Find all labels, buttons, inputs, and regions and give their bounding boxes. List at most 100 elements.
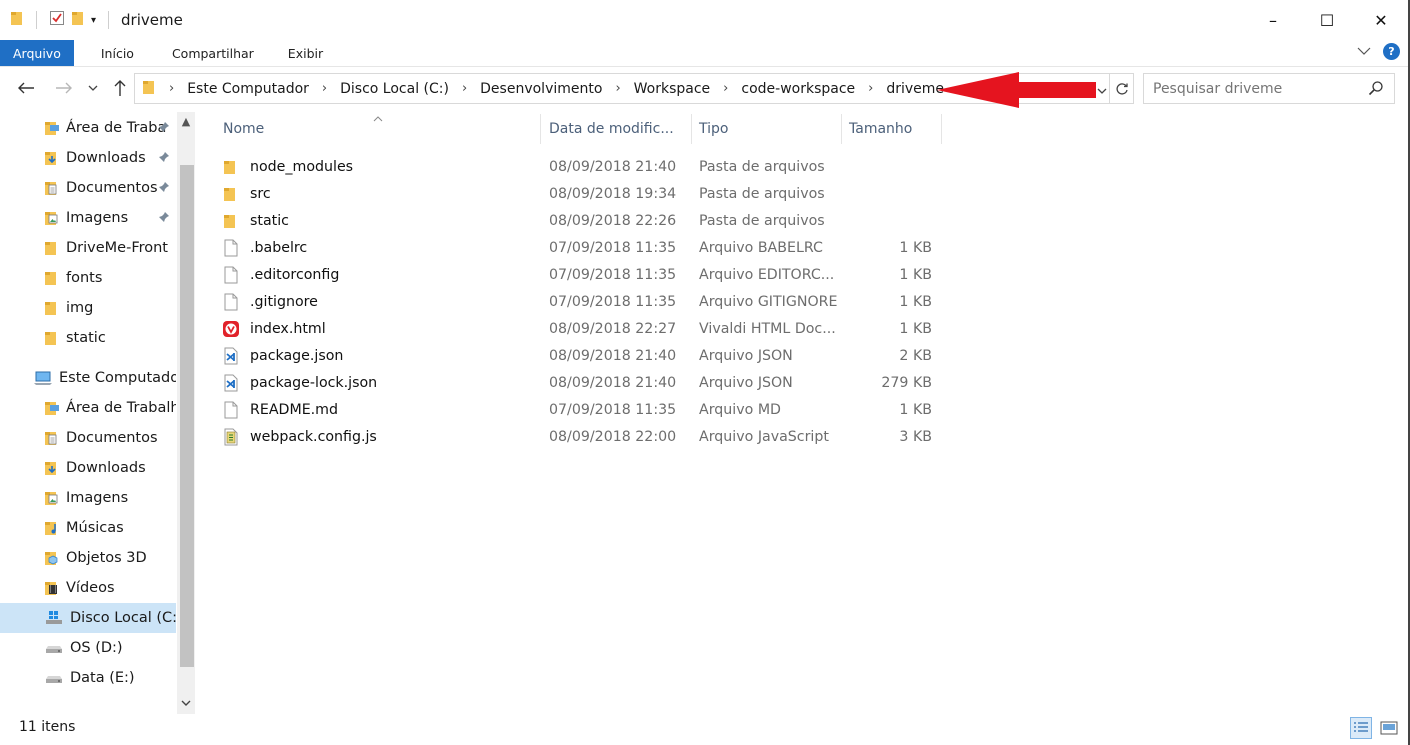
breadcrumb-chevron-icon[interactable]: ›: [615, 81, 620, 96]
close-button[interactable]: ✕: [1354, 0, 1408, 40]
file-row[interactable]: package-lock.json 08/09/2018 21:40 Arquivo…: [222, 369, 942, 396]
file-name-cell[interactable]: package-lock.json: [222, 369, 377, 396]
expand-ribbon-icon[interactable]: [1357, 44, 1371, 60]
file-row[interactable]: .editorconfig 07/09/2018 11:35 Arquivo EDI…: [222, 261, 942, 288]
sidebar-item-label: Imagens: [66, 490, 129, 506]
file-row[interactable]: package.json 08/09/2018 21:40 Arquivo JSON…: [222, 342, 942, 369]
pin-icon[interactable]: [158, 151, 170, 167]
file-name-cell[interactable]: .babelrc: [222, 234, 307, 261]
sidebar-item-quick-access[interactable]: Documentos: [0, 173, 176, 203]
sidebar-item-this-pc-child[interactable]: Documentos: [0, 423, 176, 453]
breadcrumb-driveme[interactable]: driveme: [886, 81, 944, 97]
breadcrumb-desenvolvimento[interactable]: Desenvolvimento: [480, 81, 602, 97]
file-row[interactable]: index.html 08/09/2018 22:27 Vivaldi HTML D…: [222, 315, 942, 342]
pin-icon[interactable]: [158, 121, 170, 137]
breadcrumb-este-computador[interactable]: Este Computador: [187, 81, 309, 97]
file-row[interactable]: .babelrc 07/09/2018 11:35 Arquivo BABELRC 1…: [222, 234, 942, 261]
sidebar-item-this-pc-child[interactable]: Vídeos: [0, 573, 176, 603]
red-arrow-annotation: [937, 72, 1096, 108]
breadcrumb-chevron-icon[interactable]: ›: [322, 81, 327, 96]
sidebar-item-this-pc-child[interactable]: Disco Local (C:): [0, 603, 176, 633]
file-name-cell[interactable]: .editorconfig: [222, 261, 339, 288]
sidebar-item-this-pc-child[interactable]: Downloads: [0, 453, 176, 483]
sidebar-item-this-pc-child[interactable]: Data (E:): [0, 663, 176, 693]
sidebar-item-this-pc-child[interactable]: OS (D:): [0, 633, 176, 663]
file-type: Pasta de arquivos: [699, 158, 825, 175]
file-name-cell[interactable]: webpack.config.js: [222, 423, 377, 450]
breadcrumb-chevron-icon[interactable]: ›: [868, 81, 873, 96]
file-date: 08/09/2018 22:27: [549, 320, 677, 337]
tab-arquivo[interactable]: Arquivo: [0, 40, 74, 66]
new-folder-icon[interactable]: [71, 10, 85, 30]
pin-icon[interactable]: [158, 211, 170, 227]
sidebar-item-label: Imagens: [66, 210, 129, 226]
search-input[interactable]: [1153, 80, 1363, 97]
file-row[interactable]: webpack.config.js 08/09/2018 22:00 Arquivo…: [222, 423, 942, 450]
breadcrumb-chevron-icon[interactable]: ›: [169, 81, 174, 96]
scroll-down-icon[interactable]: [177, 694, 195, 712]
file-icon: [222, 266, 240, 284]
recent-locations-button[interactable]: [84, 76, 102, 100]
item-count: 11 itens: [19, 719, 76, 735]
details-view-button[interactable]: [1350, 717, 1372, 739]
scroll-up-icon[interactable]: ▲: [177, 112, 195, 130]
ribbon-tabs: Arquivo Início Compartilhar Exibir ?: [0, 40, 1408, 67]
file-name-cell[interactable]: package.json: [222, 342, 343, 369]
help-icon[interactable]: ?: [1383, 43, 1400, 60]
sidebar-item-quick-access[interactable]: DriveMe-Front: [0, 233, 176, 263]
sidebar-scrollbar-thumb[interactable]: [180, 165, 194, 667]
file-name-cell[interactable]: static: [222, 207, 289, 234]
column-type[interactable]: Tipo: [692, 114, 842, 144]
file-name-cell[interactable]: src: [222, 180, 271, 207]
file-row[interactable]: src 08/09/2018 19:34 Pasta de arquivos: [222, 180, 942, 207]
sidebar-item-label: static: [66, 330, 106, 346]
sidebar-item-quick-access[interactable]: Área de Traba: [0, 113, 176, 143]
file-row[interactable]: static 08/09/2018 22:26 Pasta de arquivos: [222, 207, 942, 234]
breadcrumb-chevron-icon[interactable]: ›: [462, 81, 467, 96]
sidebar-item-quick-access[interactable]: fonts: [0, 263, 176, 293]
file-name-cell[interactable]: .gitignore: [222, 288, 318, 315]
breadcrumb-chevron-icon[interactable]: ›: [723, 81, 728, 96]
sidebar-item-quick-access[interactable]: img: [0, 293, 176, 323]
sidebar-item-this-pc-child[interactable]: Objetos 3D: [0, 543, 176, 573]
file-row[interactable]: .gitignore 07/09/2018 11:35 Arquivo GITIGN…: [222, 288, 942, 315]
sidebar-item-this-pc-child[interactable]: Imagens: [0, 483, 176, 513]
customize-dropdown-icon[interactable]: ▾: [91, 15, 96, 26]
sidebar-item-quick-access[interactable]: Imagens: [0, 203, 176, 233]
column-size[interactable]: Tamanho: [842, 114, 942, 144]
up-button[interactable]: [108, 76, 132, 100]
large-icons-view-button[interactable]: [1378, 717, 1400, 739]
column-date[interactable]: Data de modific...: [542, 114, 692, 144]
breadcrumb-code-workspace[interactable]: code-workspace: [741, 81, 855, 97]
breadcrumb-workspace[interactable]: Workspace: [634, 81, 711, 97]
folder-desktop-icon: [44, 400, 60, 416]
properties-icon[interactable]: [49, 10, 65, 30]
search-icon[interactable]: [1368, 80, 1384, 100]
file-name-cell[interactable]: node_modules: [222, 153, 353, 180]
sidebar-item-label: Vídeos: [66, 580, 115, 596]
up-arrow-icon: [114, 80, 126, 96]
minimize-button[interactable]: –: [1246, 0, 1300, 40]
breadcrumb-disco-local[interactable]: Disco Local (C:): [340, 81, 449, 97]
back-button[interactable]: [14, 76, 38, 100]
file-row[interactable]: node_modules 08/09/2018 21:40 Pasta de arq…: [222, 153, 942, 180]
maximize-button[interactable]: ☐: [1300, 0, 1354, 40]
forward-button[interactable]: [52, 76, 76, 100]
file-row[interactable]: README.md 07/09/2018 11:35 Arquivo MD 1 KB: [222, 396, 942, 423]
sidebar-item-quick-access[interactable]: Downloads: [0, 143, 176, 173]
sidebar-item-quick-access[interactable]: static: [0, 323, 176, 353]
search-box[interactable]: [1143, 73, 1395, 104]
tab-compartilhar[interactable]: Compartilhar: [150, 40, 270, 66]
sidebar-item-this-pc-child[interactable]: Músicas: [0, 513, 176, 543]
refresh-button[interactable]: [1110, 73, 1134, 104]
sidebar-item-este-computador[interactable]: Este Computador: [0, 363, 176, 393]
sidebar-item-this-pc-child[interactable]: Área de Trabalho: [0, 393, 176, 423]
file-name-cell[interactable]: README.md: [222, 396, 338, 423]
file-icon: [222, 293, 240, 311]
tab-inicio[interactable]: Início: [74, 40, 150, 66]
file-name-cell[interactable]: index.html: [222, 315, 326, 342]
column-name[interactable]: Nome: [216, 114, 541, 144]
pin-icon[interactable]: [158, 181, 170, 197]
sidebar-item-label: Downloads: [66, 150, 146, 166]
tab-exibir[interactable]: Exibir: [270, 40, 339, 66]
